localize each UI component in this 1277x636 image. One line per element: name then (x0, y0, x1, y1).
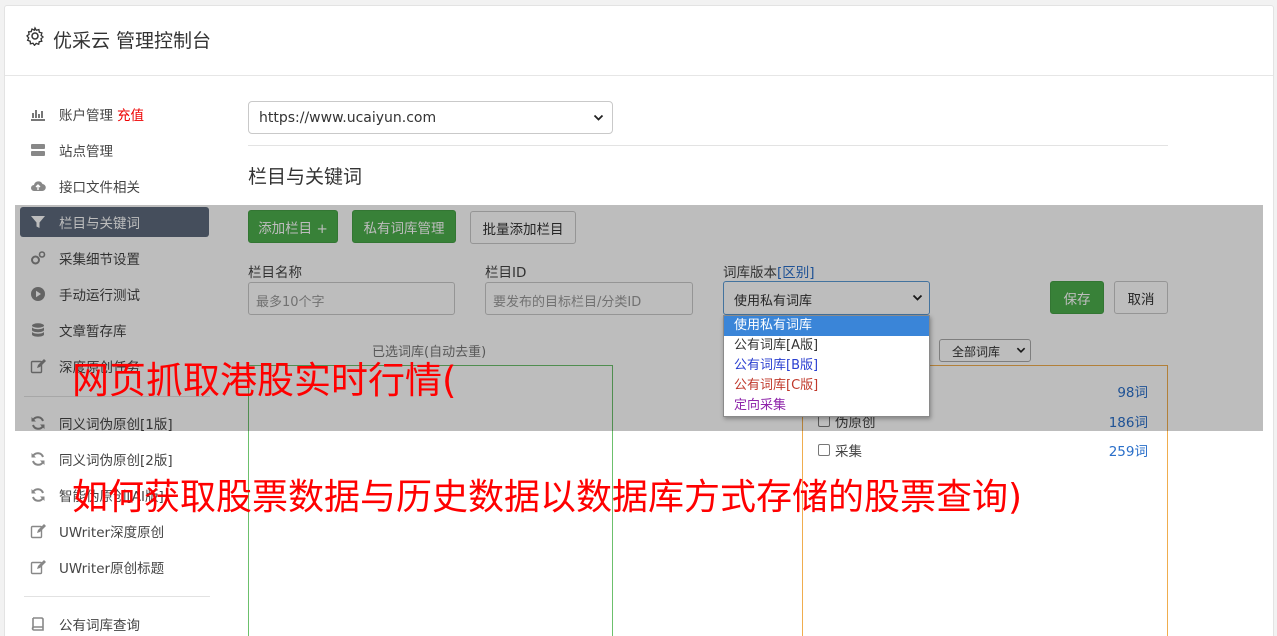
sidebar-item-label: UWriter原创标题 (59, 561, 165, 577)
lib-checkbox[interactable] (818, 444, 830, 456)
server-icon (31, 144, 45, 156)
overlay-title-line1: 网页抓取港股实时行情( (72, 359, 457, 402)
book-icon (31, 617, 44, 631)
lib-item-count: 259词 (1108, 444, 1148, 460)
divider (248, 145, 1168, 146)
refresh-icon (31, 452, 45, 466)
bar-chart-icon (31, 110, 45, 121)
refresh-icon (31, 488, 45, 502)
site-select[interactable]: https://www.ucaiyun.com (248, 101, 613, 134)
sidebar-item-uwriter-deep[interactable]: UWriter深度原创 (20, 516, 209, 546)
sidebar-item-interface[interactable]: 接口文件相关 (20, 171, 209, 201)
header: 优采云 管理控制台 (5, 6, 1273, 76)
dropdown-option[interactable]: 公有词库[A版] (724, 336, 929, 356)
chevron-down-icon (593, 114, 604, 121)
sidebar-item-label: 同义词伪原创[2版] (59, 453, 173, 469)
dropdown-option[interactable]: 公有词库[C版] (724, 376, 929, 396)
edit-icon (30, 560, 46, 575)
cloud-upload-icon (31, 181, 46, 192)
lib-item[interactable]: 采集 259词 (818, 440, 1150, 460)
sidebar-item-label: 公有词库查询 (59, 618, 140, 634)
sidebar-item-account[interactable]: 账户管理 充值 (20, 99, 209, 129)
edit-icon (30, 524, 46, 539)
sidebar-item-uwriter-title[interactable]: UWriter原创标题 (20, 552, 209, 582)
section-title: 栏目与关键词 (248, 166, 363, 188)
overlay-title-line2: 如何获取股票数据与历史数据以数据库方式存储的股票查询) (72, 477, 1023, 518)
recharge-link[interactable]: 充值 (117, 104, 144, 124)
dropdown-option[interactable]: 公有词库[B版] (724, 356, 929, 376)
sidebar-item-label: UWriter深度原创 (59, 525, 165, 541)
sidebar-item-label: 接口文件相关 (59, 180, 140, 196)
sidebar-item-label: 站点管理 (59, 144, 113, 160)
app-title: 优采云 管理控制台 (53, 30, 212, 52)
sidebar-item-label: 账户管理 (59, 108, 113, 124)
gear-icon (26, 26, 45, 46)
site-select-value: https://www.ucaiyun.com (259, 110, 437, 126)
dropdown-option[interactable]: 使用私有词库 (724, 316, 929, 336)
lib-version-dropdown[interactable]: 使用私有词库 公有词库[A版] 公有词库[B版] 公有词库[C版] 定向采集 (723, 315, 930, 417)
lib-item-label: 采集 (835, 444, 862, 460)
sidebar-item-sites[interactable]: 站点管理 (20, 135, 209, 165)
sidebar-item-public-lib[interactable]: 公有词库查询 (20, 609, 209, 636)
dropdown-option[interactable]: 定向采集 (724, 396, 929, 416)
sidebar-divider (24, 596, 210, 597)
